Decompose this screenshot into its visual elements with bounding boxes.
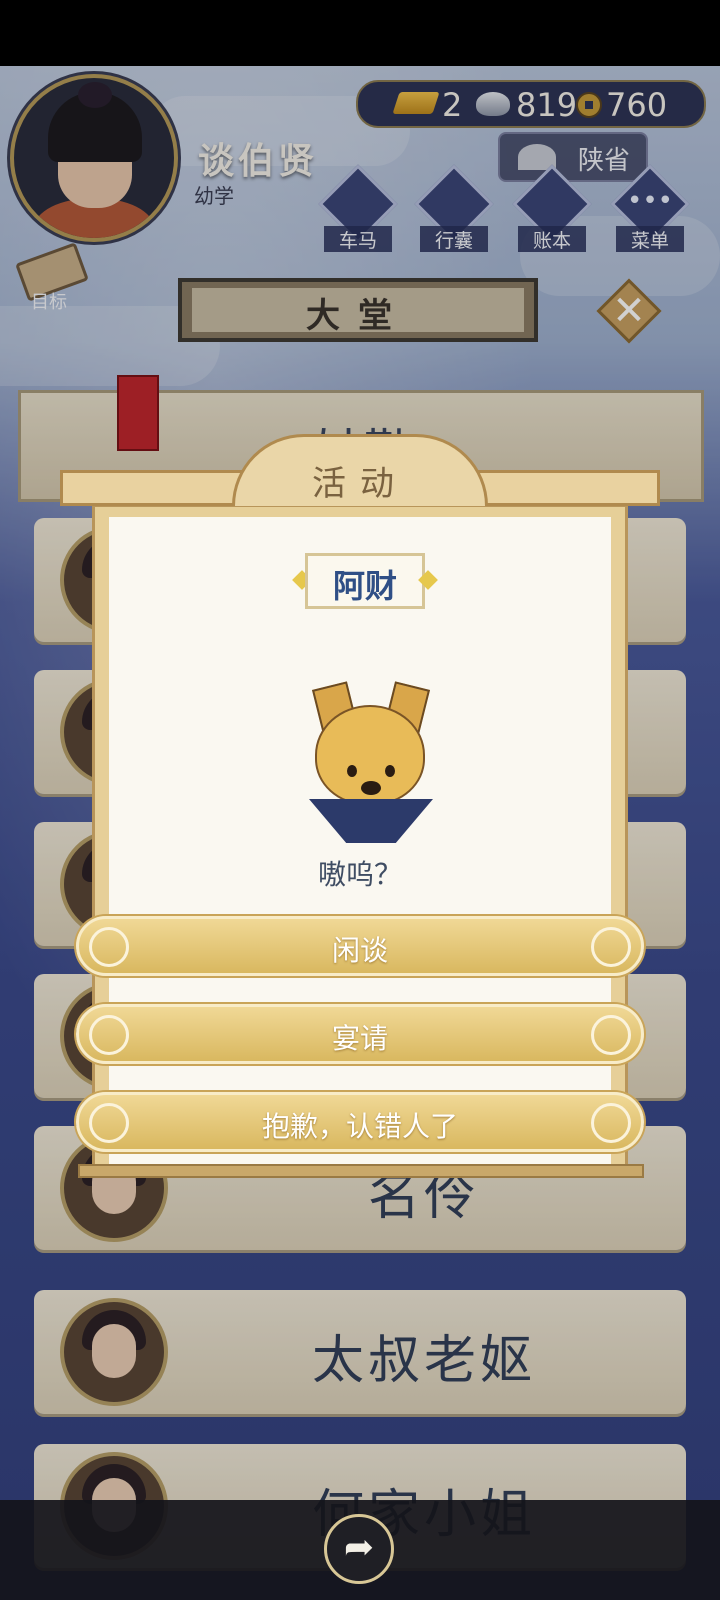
dog-eye	[347, 765, 357, 777]
choice-label: 抱歉，认错人了	[261, 1110, 458, 1143]
dog-npc-portrait	[305, 681, 435, 849]
modal-content: 阿财 嗷呜？	[109, 517, 611, 1167]
choice-label: 闲谈	[331, 934, 388, 967]
modal-title: 活动	[312, 464, 408, 504]
dog-nose	[361, 781, 381, 795]
dog-eye	[385, 765, 395, 777]
share-button[interactable]: ➦	[324, 1514, 394, 1584]
npc-name-plate: 阿财	[292, 553, 438, 609]
modal-base	[78, 1164, 644, 1178]
dog-scarf	[309, 799, 433, 843]
choice-button-apologize[interactable]: 抱歉，认错人了	[76, 1092, 644, 1152]
game-screen: 谈伯贤 幼学 2 819 760 陕省 车马 行囊 账本 ••• 菜单 目标 大…	[0, 0, 720, 1600]
dog-head	[315, 705, 425, 821]
status-bar	[0, 0, 720, 66]
npc-name: 阿财	[332, 567, 397, 605]
choice-label: 宴请	[331, 1022, 388, 1055]
choice-button-feast[interactable]: 宴请	[76, 1004, 644, 1064]
event-modal: 阿财 嗷呜？	[92, 504, 628, 1172]
share-icon: ➦	[343, 1527, 375, 1568]
npc-dialog-text: 嗷呜？	[317, 858, 402, 891]
choice-button-chat[interactable]: 闲谈	[76, 916, 644, 976]
